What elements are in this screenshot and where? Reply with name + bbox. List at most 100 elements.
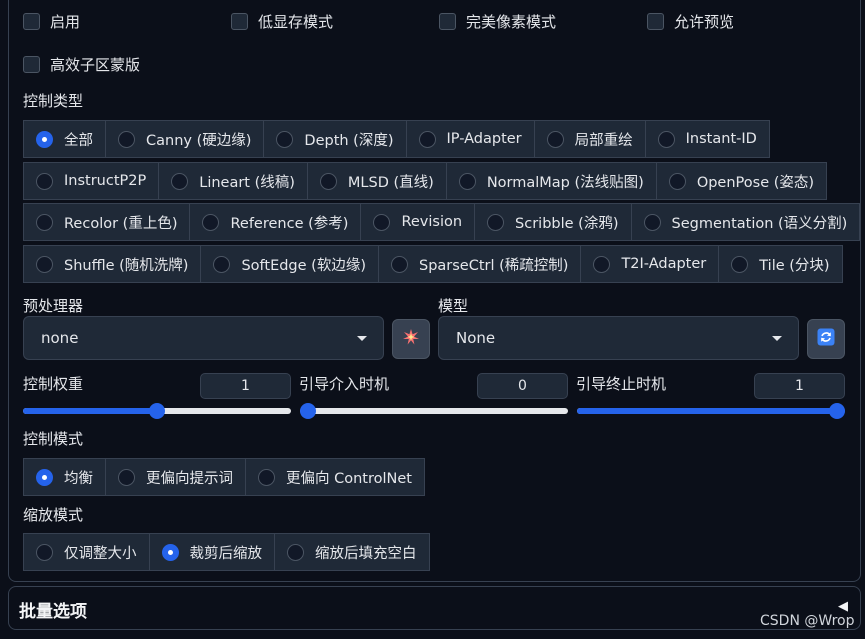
low-vram-checkbox[interactable]: 低显存模式: [231, 11, 333, 32]
option-label: NormalMap (法线贴图): [486, 174, 644, 191]
checkbox-box[interactable]: [647, 13, 664, 30]
control-mode-option[interactable]: 均衡: [23, 458, 106, 496]
radio-dot[interactable]: [171, 172, 189, 190]
control-type-option[interactable]: OpenPose (姿态): [655, 162, 828, 200]
radio-dot[interactable]: [36, 255, 53, 273]
pixel-perfect-label: 完美像素模式: [466, 13, 557, 31]
control-type-option[interactable]: Depth (深度): [263, 120, 407, 158]
control-type-option[interactable]: MLSD (直线): [306, 162, 447, 200]
control-weight-input[interactable]: 1: [200, 373, 291, 399]
control-type-row-2: InstructP2P Lineart (线稿) MLSD (直线) Norma…: [23, 162, 828, 200]
radio-dot[interactable]: [731, 255, 749, 273]
option-label: Segmentation (语义分割): [671, 215, 848, 232]
control-type-option[interactable]: Instant-ID: [644, 120, 770, 158]
radio-dot[interactable]: [390, 255, 408, 273]
control-type-option[interactable]: SparseCtrl (稀疏控制): [377, 245, 582, 283]
radio-dot[interactable]: [546, 130, 564, 148]
option-label: 更偏向 ControlNet: [286, 470, 412, 487]
slider-thumb[interactable]: [149, 403, 165, 419]
guidance-end-slider[interactable]: [577, 402, 845, 420]
model-select[interactable]: None: [438, 316, 799, 360]
radio-dot[interactable]: [258, 468, 275, 486]
slider-thumb[interactable]: [300, 403, 316, 419]
guidance-end-input[interactable]: 1: [754, 373, 845, 399]
radio-dot[interactable]: [276, 130, 294, 148]
enable-label: 启用: [50, 13, 81, 31]
control-type-option[interactable]: InstructP2P: [23, 162, 160, 200]
radio-dot[interactable]: [643, 213, 661, 231]
radio-dot[interactable]: [118, 468, 135, 486]
control-type-option[interactable]: Revision: [360, 203, 476, 241]
control-type-row-1: 全部 Canny (硬边缘) Depth (深度) IP-Adapter 局部重…: [23, 120, 770, 158]
pixel-perfect-checkbox[interactable]: 完美像素模式: [439, 11, 556, 32]
radio-dot[interactable]: [373, 213, 391, 231]
radio-dot[interactable]: [36, 130, 53, 148]
radio-dot[interactable]: [36, 172, 53, 190]
effective-region-mask-checkbox[interactable]: 高效子区蒙版: [23, 54, 140, 75]
collapse-arrow-icon[interactable]: ◀: [838, 599, 848, 614]
control-type-option[interactable]: T2I-Adapter: [580, 245, 720, 283]
radio-dot[interactable]: [418, 130, 436, 148]
option-label: SoftEdge (软边缘): [241, 257, 366, 274]
control-mode-label: 控制模式: [23, 430, 84, 448]
control-type-option[interactable]: IP-Adapter: [405, 120, 535, 158]
control-type-label: 控制类型: [23, 92, 84, 110]
checkbox-box[interactable]: [439, 13, 456, 30]
control-type-option[interactable]: NormalMap (法线贴图): [445, 162, 657, 200]
control-type-option[interactable]: Reference (参考): [189, 203, 362, 241]
refresh-icon: [817, 328, 835, 350]
control-type-option[interactable]: Lineart (线稿): [158, 162, 308, 200]
radio-dot[interactable]: [36, 468, 53, 486]
guidance-start-input[interactable]: 0: [477, 373, 568, 399]
resize-mode-option[interactable]: 裁剪后缩放: [148, 533, 275, 571]
radio-dot[interactable]: [657, 130, 675, 148]
batch-options-title: 批量选项: [19, 602, 87, 622]
control-type-option[interactable]: Recolor (重上色): [23, 203, 191, 241]
radio-dot[interactable]: [118, 130, 135, 148]
radio-dot[interactable]: [36, 213, 53, 231]
control-type-option[interactable]: Canny (硬边缘): [105, 120, 265, 158]
option-label: IP-Adapter: [446, 131, 522, 147]
refresh-models-button[interactable]: [807, 319, 845, 359]
resize-mode-option[interactable]: 仅调整大小: [23, 533, 150, 571]
resize-mode-label: 缩放模式: [23, 506, 84, 524]
radio-dot[interactable]: [593, 255, 611, 273]
slider-thumb[interactable]: [829, 403, 845, 419]
batch-options-accordion[interactable]: 批量选项 ◀: [8, 586, 861, 630]
radio-dot[interactable]: [287, 543, 304, 561]
option-label: Tile (分块): [759, 257, 830, 274]
checkbox-box[interactable]: [23, 56, 40, 73]
run-preprocessor-button[interactable]: [392, 319, 430, 359]
control-type-option[interactable]: SoftEdge (软边缘): [200, 245, 379, 283]
control-weight-slider[interactable]: [23, 402, 291, 420]
allow-preview-checkbox[interactable]: 允许预览: [647, 11, 734, 32]
radio-dot[interactable]: [487, 213, 505, 231]
enable-checkbox[interactable]: 启用: [23, 11, 80, 32]
control-type-option[interactable]: Scribble (涂鸦): [474, 203, 632, 241]
control-mode-option[interactable]: 更偏向 ControlNet: [245, 458, 425, 496]
option-label: 仅调整大小: [64, 545, 137, 562]
option-label: Lineart (线稿): [199, 174, 295, 191]
control-mode-option[interactable]: 更偏向提示词: [105, 458, 246, 496]
checkbox-box[interactable]: [231, 13, 248, 30]
resize-mode-option[interactable]: 缩放后填充空白: [274, 533, 430, 571]
radio-dot[interactable]: [161, 543, 179, 561]
control-type-option[interactable]: Shuffle (随机洗牌): [23, 245, 202, 283]
radio-dot[interactable]: [202, 213, 220, 231]
control-type-option[interactable]: 局部重绘: [533, 120, 646, 158]
option-label: 局部重绘: [574, 132, 633, 149]
control-type-option[interactable]: Segmentation (语义分割): [630, 203, 861, 241]
slider-fill: [577, 408, 845, 414]
checkbox-box[interactable]: [23, 13, 40, 30]
control-type-row-3: Recolor (重上色) Reference (参考) Revision Sc…: [23, 203, 861, 241]
control-type-option[interactable]: 全部: [23, 120, 106, 158]
radio-dot[interactable]: [319, 172, 337, 190]
preprocessor-value: none: [41, 329, 79, 347]
radio-dot[interactable]: [668, 172, 686, 190]
radio-dot[interactable]: [458, 172, 476, 190]
preprocessor-select[interactable]: none: [23, 316, 384, 360]
control-type-option[interactable]: Tile (分块): [718, 245, 843, 283]
radio-dot[interactable]: [213, 255, 231, 273]
radio-dot[interactable]: [36, 543, 53, 561]
guidance-start-slider[interactable]: [300, 402, 568, 420]
